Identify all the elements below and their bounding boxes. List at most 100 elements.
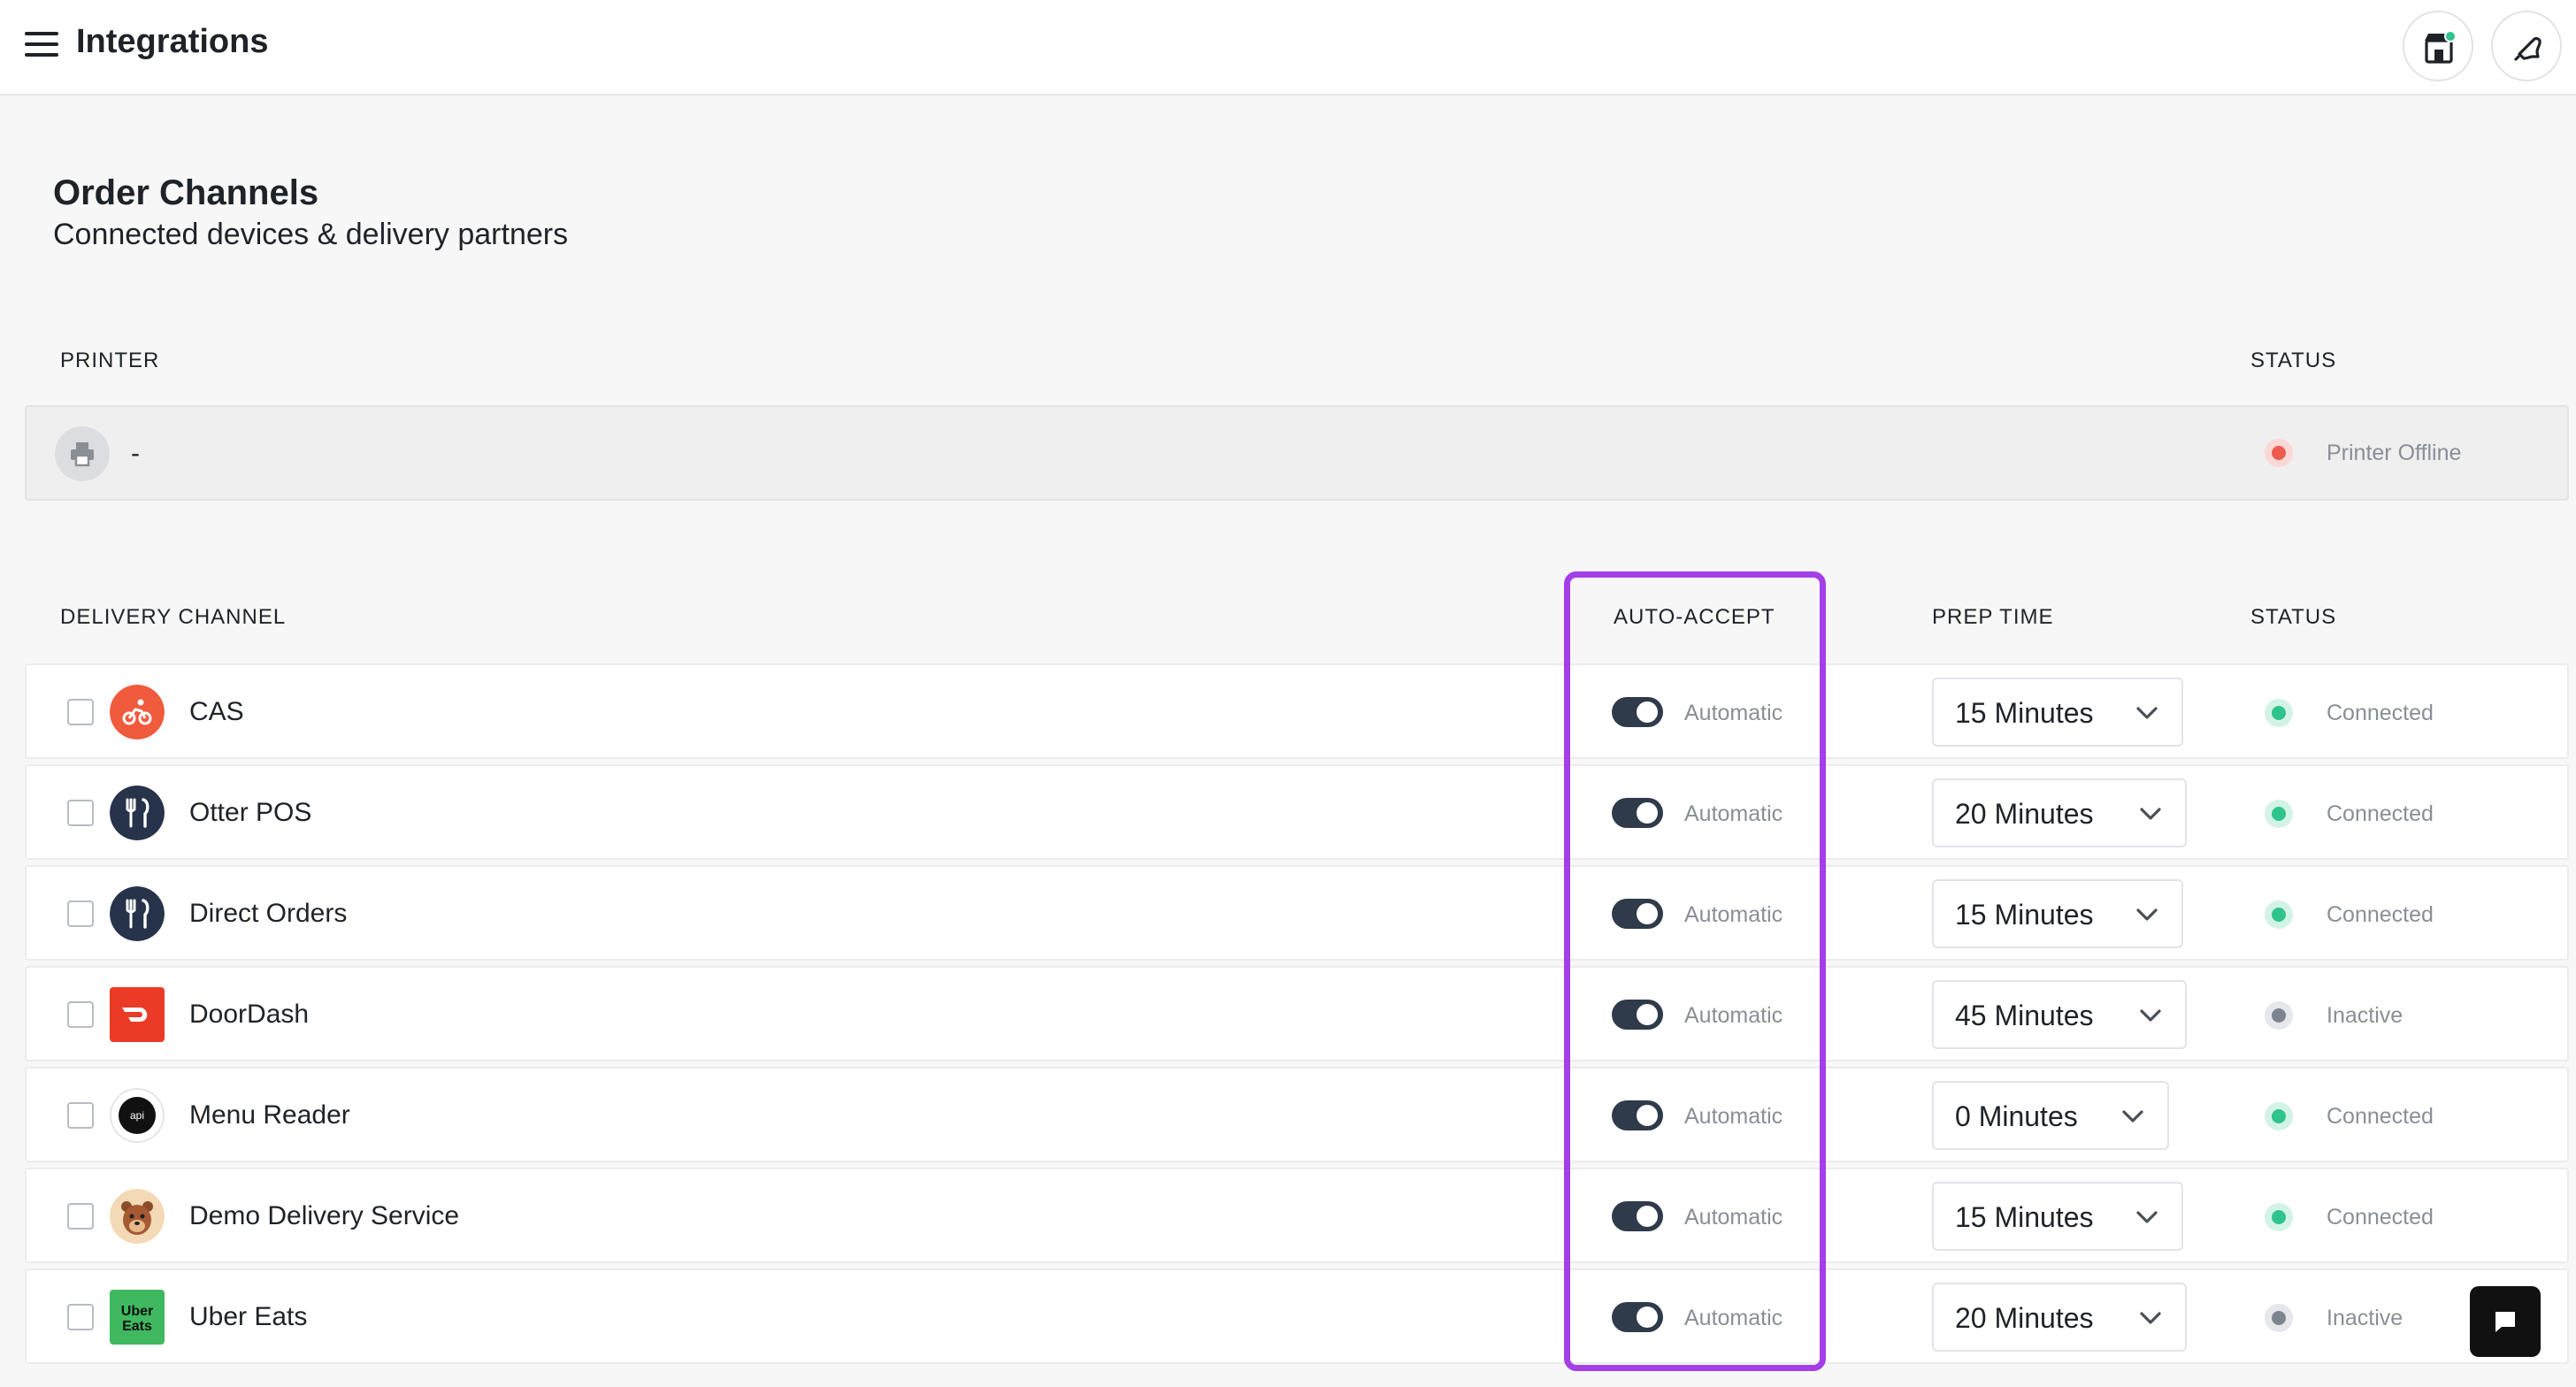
row-checkbox[interactable]	[67, 900, 94, 927]
channel-name: Uber Eats	[189, 1302, 308, 1331]
channel-name: CAS	[189, 697, 244, 726]
channel-name: Demo Delivery Service	[189, 1201, 460, 1230]
row-checkbox[interactable]	[67, 1304, 94, 1330]
bear-mascot-icon	[110, 1189, 165, 1244]
auto-accept-toggle[interactable]	[1612, 1201, 1663, 1231]
cas-bike-icon	[110, 685, 165, 739]
status-indicator	[2265, 1203, 2293, 1231]
auto-accept-label: Automatic	[1684, 701, 1783, 725]
uber-eats-logo-text-top: Uber	[121, 1304, 153, 1319]
page-title: Integrations	[76, 23, 269, 60]
auto-accept-toggle[interactable]	[1612, 899, 1663, 929]
uber-eats-logo-icon: Uber Eats	[110, 1290, 165, 1345]
row-checkbox[interactable]	[67, 1102, 94, 1129]
section-subtitle: Connected devices & delivery partners	[53, 218, 569, 251]
auto-accept-label: Automatic	[1684, 1306, 1783, 1330]
auto-accept-toggle[interactable]	[1612, 1302, 1663, 1332]
uber-eats-logo-text-bottom: Eats	[122, 1319, 152, 1334]
prep-time-select[interactable]: 0 Minutes	[1932, 1081, 2169, 1150]
channel-row-cas[interactable]: CAS Automatic 15 Minutes Connected	[25, 663, 2569, 759]
channel-name: Menu Reader	[189, 1100, 350, 1130]
chevron-down-icon	[2140, 1312, 2161, 1324]
fork-knife-icon	[110, 886, 165, 941]
row-checkbox[interactable]	[67, 1203, 94, 1230]
chevron-down-icon	[2140, 1009, 2161, 1022]
prep-time-value: 45 Minutes	[1955, 1000, 2094, 1031]
channel-row-otter-pos[interactable]: Otter POS Automatic 20 Minutes Connected	[25, 764, 2569, 860]
prep-time-select[interactable]: 15 Minutes	[1932, 1182, 2183, 1251]
row-checkbox[interactable]	[67, 800, 94, 826]
api-logo-text: api	[130, 1109, 144, 1122]
chevron-down-icon	[2122, 1110, 2143, 1123]
row-checkbox[interactable]	[67, 1001, 94, 1028]
chevron-down-icon	[2140, 808, 2161, 820]
store-icon	[2425, 30, 2457, 64]
channel-name: Direct Orders	[189, 899, 348, 928]
printer-status-column-header: STATUS	[2250, 349, 2337, 372]
auto-accept-toggle[interactable]	[1612, 1100, 1663, 1130]
auto-accept-toggle[interactable]	[1612, 1000, 1663, 1030]
auto-accept-label: Automatic	[1684, 1205, 1783, 1230]
auto-accept-label: Automatic	[1684, 902, 1783, 927]
chat-bubble-icon	[2496, 1312, 2515, 1332]
prep-time-select[interactable]: 15 Minutes	[1932, 879, 2183, 948]
printer-icon	[55, 426, 110, 481]
prep-time-select[interactable]: 20 Minutes	[1932, 1283, 2187, 1352]
prep-time-value: 15 Minutes	[1955, 697, 2094, 729]
delivery-channel-column-header: DELIVERY CHANNEL	[60, 605, 287, 629]
channel-row-uber-eats[interactable]: Uber Eats Uber Eats Automatic 20 Minutes…	[25, 1268, 2569, 1364]
top-bar: Integrations	[0, 0, 2576, 96]
printer-status-text: Printer Offline	[2327, 441, 2462, 465]
prep-time-select[interactable]: 20 Minutes	[1932, 778, 2187, 847]
printer-status-indicator	[2265, 439, 2293, 467]
bell-icon	[2514, 37, 2542, 61]
auto-accept-toggle[interactable]	[1612, 697, 1663, 727]
prep-time-value: 15 Minutes	[1955, 899, 2094, 931]
channel-row-doordash[interactable]: DoorDash Automatic 45 Minutes Inactive	[25, 966, 2569, 1061]
doordash-logo-icon	[110, 987, 165, 1042]
status-text: Connected	[2327, 1104, 2434, 1129]
store-button[interactable]	[2403, 11, 2473, 81]
status-text: Inactive	[2327, 1003, 2404, 1028]
prep-time-value: 20 Minutes	[1955, 798, 2094, 830]
status-text: Inactive	[2327, 1306, 2404, 1330]
prep-time-value: 15 Minutes	[1955, 1201, 2094, 1233]
status-indicator	[2265, 1001, 2293, 1030]
status-indicator	[2265, 800, 2293, 828]
status-indicator	[2265, 1102, 2293, 1130]
printer-column-header: PRINTER	[60, 349, 160, 372]
chevron-down-icon	[2136, 1211, 2158, 1223]
auto-accept-label: Automatic	[1684, 1104, 1783, 1129]
prep-time-select[interactable]: 15 Minutes	[1932, 678, 2183, 747]
status-indicator	[2265, 1304, 2293, 1332]
prep-time-value: 20 Minutes	[1955, 1302, 2094, 1334]
chat-button[interactable]	[2470, 1286, 2541, 1357]
channel-row-direct-orders[interactable]: Direct Orders Automatic 15 Minutes Conne…	[25, 865, 2569, 961]
prep-time-select[interactable]: 45 Minutes	[1932, 980, 2187, 1049]
prep-time-value: 0 Minutes	[1955, 1100, 2078, 1132]
chevron-down-icon	[2136, 908, 2158, 921]
api-logo-icon: api	[110, 1088, 165, 1143]
status-text: Connected	[2327, 902, 2434, 927]
hamburger-menu-icon[interactable]	[25, 30, 58, 58]
channel-row-menu-reader[interactable]: api Menu Reader Automatic 0 Minutes Conn…	[25, 1067, 2569, 1162]
channel-row-demo-delivery-service[interactable]: Demo Delivery Service Automatic 15 Minut…	[25, 1168, 2569, 1263]
status-indicator	[2265, 900, 2293, 929]
printer-row[interactable]: - Printer Offline	[25, 405, 2569, 501]
status-text: Connected	[2327, 801, 2434, 826]
prep-time-column-header: PREP TIME	[1932, 605, 2054, 629]
fork-knife-icon	[110, 785, 165, 840]
channel-name: Otter POS	[189, 798, 312, 827]
notifications-button[interactable]	[2491, 11, 2562, 81]
status-text: Connected	[2327, 701, 2434, 725]
auto-accept-toggle[interactable]	[1612, 798, 1663, 828]
row-checkbox[interactable]	[67, 699, 94, 725]
printer-name: -	[131, 439, 140, 468]
status-indicator	[2265, 699, 2293, 727]
auto-accept-label: Automatic	[1684, 1003, 1783, 1028]
status-text: Connected	[2327, 1205, 2434, 1230]
channel-name: DoorDash	[189, 1000, 310, 1029]
auto-accept-column-header: AUTO-ACCEPT	[1614, 605, 1775, 629]
chevron-down-icon	[2136, 707, 2158, 719]
auto-accept-label: Automatic	[1684, 801, 1783, 826]
